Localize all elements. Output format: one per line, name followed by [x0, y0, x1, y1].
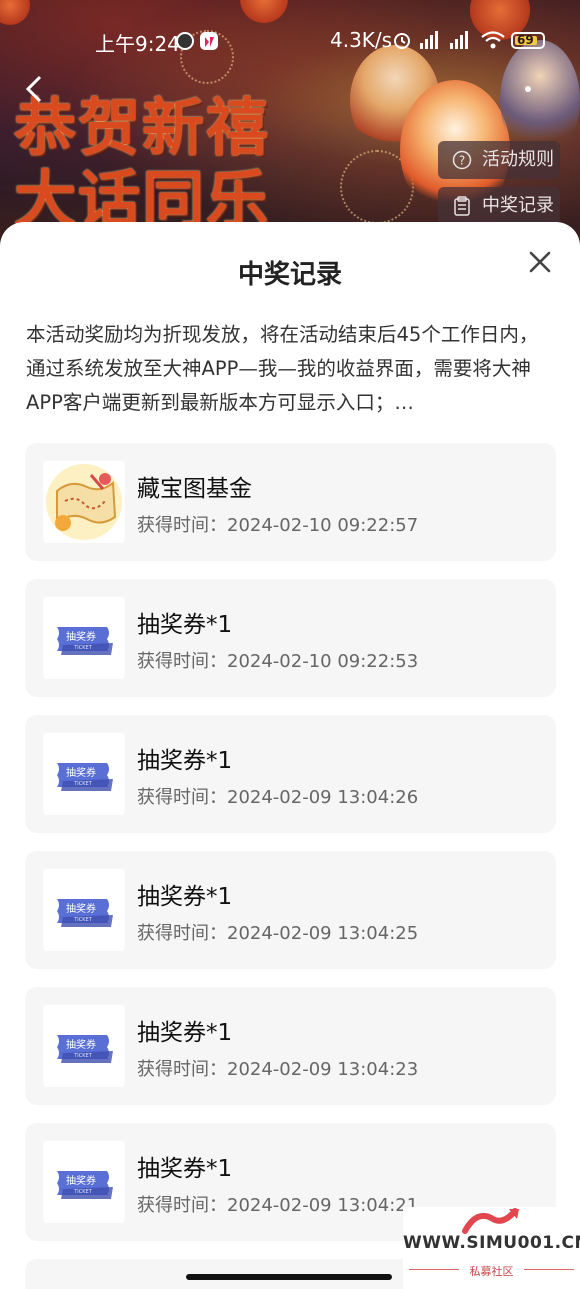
battery-icon: 69 — [511, 32, 545, 49]
clock: 上午9:24 — [95, 32, 180, 56]
home-indicator[interactable] — [186, 1274, 392, 1280]
record-item: 藏宝图基金 获得时间：2024-02-10 09:22:57 — [25, 443, 556, 561]
record-item: 抽奖券 TICKET 抽奖券*1 获得时间：2024-02-09 13:04:26 — [25, 715, 556, 833]
ticket-label: 抽奖券 — [66, 766, 96, 779]
record-time: 获得时间：2024-02-09 13:04:23 — [137, 1059, 419, 1080]
record-item: 抽奖券 TICKET 抽奖券*1 获得时间：2024-02-09 13:04:25 — [25, 851, 556, 969]
status-bar: 上午9:24 4.3K/s 69 — [0, 24, 580, 58]
wifi-icon — [481, 31, 505, 49]
ticket-icon: 抽奖券 TICKET — [43, 597, 125, 679]
record-list: 藏宝图基金 获得时间：2024-02-10 09:22:57 抽奖券 TICKET… — [25, 443, 556, 1289]
record-name: 抽奖券*1 — [137, 1156, 233, 1182]
record-time: 获得时间：2024-02-10 09:22:57 — [137, 515, 419, 536]
back-arrow-icon[interactable] — [22, 74, 48, 104]
site-watermark: WWW.SIMU001.CN 私募社区 — [403, 1207, 580, 1289]
ticket-sublabel: TICKET — [73, 1189, 92, 1195]
signal-icon — [420, 31, 438, 49]
record-name: 抽奖券*1 — [137, 1020, 233, 1046]
ticket-sublabel: TICKET — [73, 781, 92, 787]
svg-text:?: ? — [459, 154, 465, 168]
notice-text: 本活动奖励均为折现发放，将在活动结束后45个工作日内，通过系统发放至大神APP—… — [26, 323, 539, 414]
lantern-decoration — [0, 0, 30, 25]
ticket-icon: 抽奖券 TICKET — [43, 1005, 125, 1087]
ticket-icon: 抽奖券 TICKET — [43, 1141, 125, 1223]
app-notification-icon — [176, 32, 194, 50]
close-icon[interactable] — [528, 250, 552, 274]
ticket-sublabel: TICKET — [73, 645, 92, 651]
record-time: 获得时间：2024-02-10 09:22:53 — [137, 651, 419, 672]
ticket-label: 抽奖券 — [66, 1174, 96, 1187]
ticket-icon: 抽奖券 TICKET — [43, 869, 125, 951]
ticket-sublabel: TICKET — [73, 917, 92, 923]
record-item: 抽奖券 TICKET 抽奖券*1 获得时间：2024-02-10 09:22:53 — [25, 579, 556, 697]
ticket-label: 抽奖券 — [66, 902, 96, 915]
signal-icon — [450, 31, 468, 49]
records-button[interactable]: 中奖记录 — [438, 187, 560, 225]
app-notification-icon — [200, 32, 218, 50]
more-icon[interactable] — [525, 86, 531, 92]
record-item: 抽奖券 TICKET 抽奖券*1 获得时间：2024-02-09 13:04:23 — [25, 987, 556, 1105]
ticket-label: 抽奖券 — [66, 630, 96, 643]
lantern-decoration — [240, 0, 288, 23]
record-time: 获得时间：2024-02-09 13:04:26 — [137, 787, 419, 808]
clipboard-icon — [454, 196, 470, 216]
record-name: 抽奖券*1 — [137, 884, 233, 910]
record-name: 抽奖券*1 — [137, 748, 233, 774]
festival-title: 恭贺新禧 大话同乐 — [14, 91, 271, 236]
rules-button[interactable]: ? 活动规则 — [438, 141, 560, 179]
record-time: 获得时间：2024-02-09 13:04:21 — [137, 1195, 419, 1216]
ticket-sublabel: TICKET — [73, 1053, 92, 1059]
ticket-label: 抽奖券 — [66, 1038, 96, 1051]
help-circle-icon: ? — [452, 150, 472, 170]
ticket-icon: 抽奖券 TICKET — [43, 733, 125, 815]
record-name: 抽奖券*1 — [137, 612, 233, 638]
records-sheet: 中奖记录 本活动奖励均为折现发放，将在活动结束后45个工作日内，通过系统发放至大… — [0, 222, 580, 1289]
record-name: 藏宝图基金 — [137, 476, 252, 502]
sheet-title: 中奖记录 — [237, 260, 342, 290]
record-time: 获得时间：2024-02-09 13:04:25 — [137, 923, 419, 944]
treasure-map-icon — [43, 461, 125, 543]
network-speed: 4.3K/s — [330, 28, 393, 52]
alarm-icon — [394, 33, 410, 49]
